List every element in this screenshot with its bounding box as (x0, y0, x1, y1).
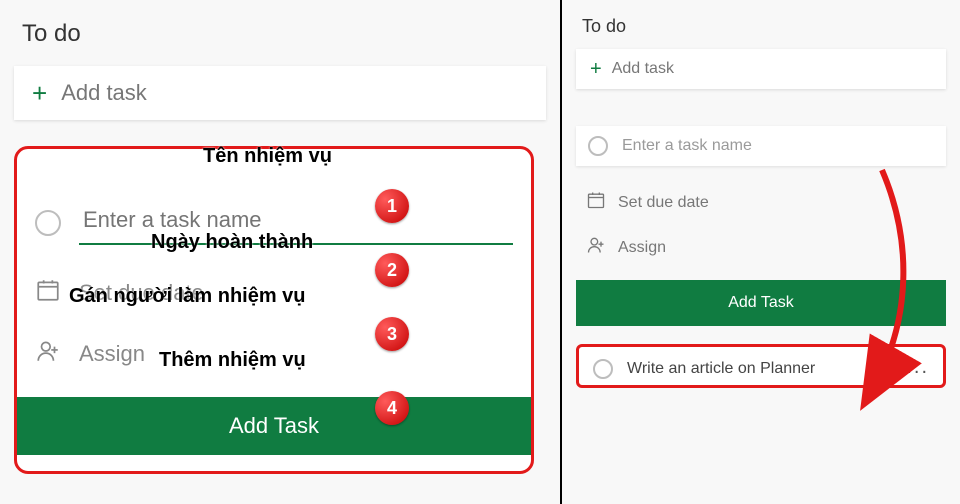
add-task-submit-label: Add Task (728, 294, 794, 311)
calendar-icon (35, 277, 61, 308)
task-card[interactable]: Write an article on Planner ... (576, 344, 946, 388)
task-title: Write an article on Planner (627, 360, 815, 378)
add-task-label: Add task (612, 60, 674, 78)
assign-button[interactable]: Assign (79, 341, 145, 367)
due-date-label: Set due date (618, 194, 709, 212)
assign-person-icon (586, 235, 606, 260)
annotation-task-name: Tên nhiệm vụ (203, 145, 332, 168)
right-pane: To do + Add task Enter a task name Set d… (562, 0, 960, 504)
due-date-button[interactable]: Set due date (576, 180, 946, 225)
assign-button[interactable]: Assign (576, 225, 946, 270)
more-icon[interactable]: ... (906, 356, 929, 379)
new-task-form-left: Set due date Assign Add Task Tên nhiệm v… (14, 146, 534, 474)
column-title-right: To do (562, 0, 960, 37)
assign-person-icon (35, 338, 61, 369)
task-name-row: Enter a task name (576, 126, 946, 166)
plus-icon: + (32, 80, 47, 106)
left-pane: To do + Add task Set due date (0, 0, 560, 504)
due-date-button[interactable]: Set due date (79, 280, 204, 306)
task-complete-radio[interactable] (35, 210, 61, 236)
add-task-bar-right[interactable]: + Add task (576, 49, 946, 89)
task-complete-radio[interactable] (588, 136, 608, 156)
assign-label: Assign (618, 239, 666, 257)
add-task-submit-button[interactable]: Add Task (17, 397, 531, 455)
add-task-submit-button[interactable]: Add Task (576, 280, 946, 326)
task-name-input[interactable] (79, 201, 513, 245)
column-title-left: To do (0, 0, 560, 48)
task-complete-radio[interactable] (593, 359, 613, 379)
add-task-bar-left[interactable]: + Add task (14, 66, 546, 120)
new-task-form-right: Enter a task name Set due date Assign Ad… (576, 126, 946, 388)
add-task-label: Add task (61, 80, 147, 106)
calendar-icon (586, 190, 606, 215)
task-name-input[interactable]: Enter a task name (622, 137, 934, 155)
add-task-submit-label: Add Task (229, 413, 319, 439)
plus-icon: + (590, 59, 602, 79)
